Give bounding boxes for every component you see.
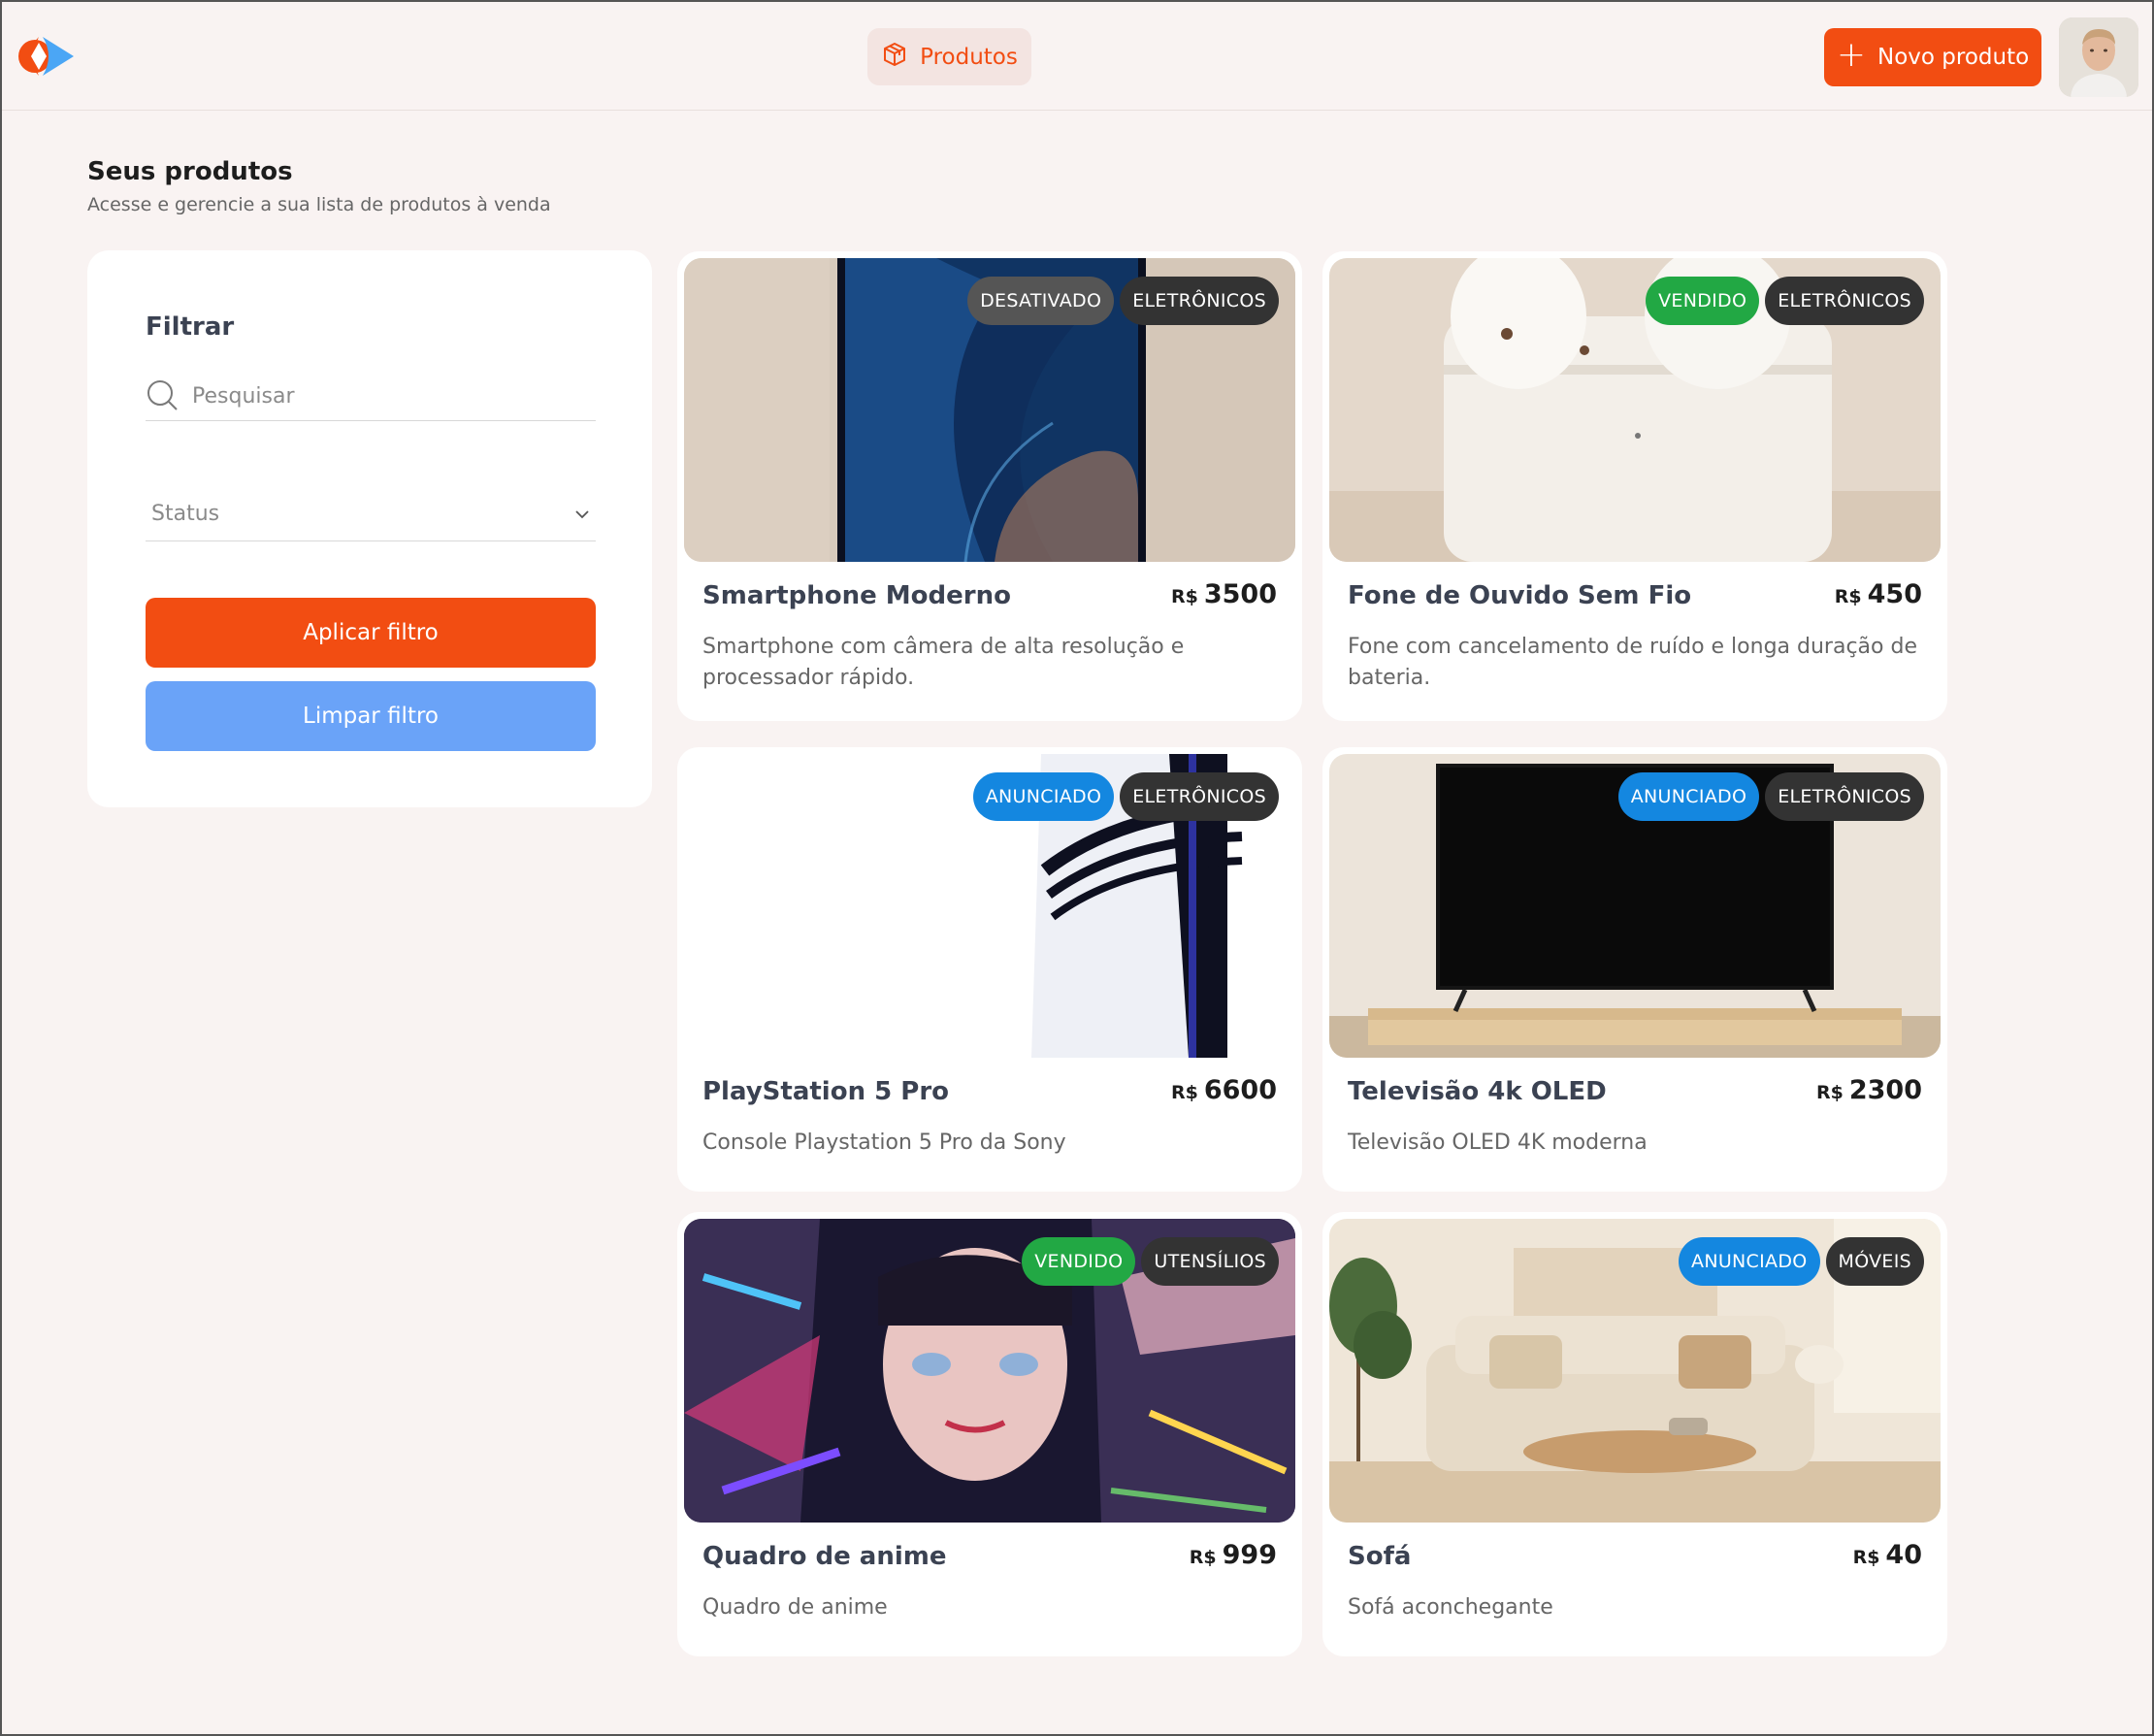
avatar[interactable] <box>2059 17 2138 97</box>
product-name: Fone de Ouvido Sem Fio <box>1348 581 1692 610</box>
page-subtitle: Acesse e gerencie a sua lista de produto… <box>87 194 551 215</box>
product-name: Televisão 4k OLED <box>1348 1077 1607 1106</box>
price-currency: R$ <box>1852 1547 1880 1568</box>
status-badge: ANUNCIADO <box>1617 772 1760 821</box>
product-card[interactable]: VENDIDO ELETRÔNICOS Fone de Ouvido Sem F… <box>1322 251 1947 721</box>
plus-icon: + <box>1836 35 1866 75</box>
product-card[interactable]: ANUNCIADO MÓVEIS Sofá R$ 40 Sofá aconche… <box>1322 1212 1947 1656</box>
price-currency: R$ <box>1170 1082 1198 1103</box>
product-price: R$ 40 <box>1853 1540 1922 1570</box>
search-icon <box>146 378 179 415</box>
product-description: Sofá aconchegante <box>1348 1595 1553 1620</box>
package-icon <box>881 41 908 74</box>
product-name: Sofá <box>1348 1542 1412 1571</box>
price-currency: R$ <box>1170 586 1198 607</box>
product-price: R$ 999 <box>1190 1540 1277 1570</box>
product-description: Televisão OLED 4K moderna <box>1348 1130 1648 1155</box>
product-name: PlayStation 5 Pro <box>702 1077 950 1106</box>
category-badge: UTENSÍLIOS <box>1141 1237 1279 1286</box>
price-value: 3500 <box>1203 579 1277 609</box>
app-logo-icon[interactable] <box>17 35 76 78</box>
product-card[interactable]: ANUNCIADO ELETRÔNICOS PlayStation 5 Pro … <box>677 747 1302 1192</box>
filter-title: Filtrar <box>146 312 235 342</box>
status-badge: DESATIVADO <box>967 277 1115 325</box>
price-value: 6600 <box>1203 1075 1277 1105</box>
product-description: Fone com cancelamento de ruído e longa d… <box>1348 635 1917 690</box>
category-badge: ELETRÔNICOS <box>1120 772 1279 821</box>
product-description: Smartphone com câmera de alta resolução … <box>702 635 1185 690</box>
tab-produtos-label: Produtos <box>920 44 1018 70</box>
status-badge: VENDIDO <box>1022 1237 1136 1286</box>
category-badge: MÓVEIS <box>1825 1237 1924 1286</box>
price-value: 40 <box>1885 1540 1922 1570</box>
status-select[interactable]: Status <box>146 487 596 541</box>
status-select-label: Status <box>151 502 220 526</box>
category-badge: ELETRÔNICOS <box>1120 277 1279 325</box>
search-field[interactable] <box>146 373 596 421</box>
product-description: Quadro de anime <box>702 1595 888 1620</box>
product-card[interactable]: ANUNCIADO ELETRÔNICOS Televisão 4k OLED … <box>1322 747 1947 1192</box>
category-badge: ELETRÔNICOS <box>1765 772 1924 821</box>
chevron-down-icon <box>575 509 589 518</box>
new-product-button[interactable]: + Novo produto <box>1824 28 2041 86</box>
search-input[interactable] <box>192 384 580 409</box>
product-card[interactable]: VENDIDO UTENSÍLIOS Quadro de anime R$ 99… <box>677 1212 1302 1656</box>
price-currency: R$ <box>1815 1082 1844 1103</box>
filter-panel: Filtrar Status Aplicar filtro Limpar fil… <box>87 250 652 807</box>
price-currency: R$ <box>1189 1547 1217 1568</box>
category-badge: ELETRÔNICOS <box>1765 277 1924 325</box>
product-name: Smartphone Moderno <box>702 581 1011 610</box>
product-description: Console Playstation 5 Pro da Sony <box>702 1130 1066 1155</box>
price-value: 450 <box>1867 579 1922 609</box>
price-value: 999 <box>1222 1540 1277 1570</box>
product-price: R$ 450 <box>1835 579 1922 609</box>
top-bar: Produtos + Novo produto <box>2 2 2152 111</box>
tab-produtos[interactable]: Produtos <box>867 28 1031 85</box>
product-price: R$ 6600 <box>1171 1075 1277 1105</box>
price-value: 2300 <box>1848 1075 1922 1105</box>
clear-filter-button[interactable]: Limpar filtro <box>146 681 596 751</box>
status-badge: ANUNCIADO <box>972 772 1115 821</box>
product-card[interactable]: DESATIVADO ELETRÔNICOS Smartphone Modern… <box>677 251 1302 721</box>
new-product-label: Novo produto <box>1877 45 2030 70</box>
product-price: R$ 3500 <box>1171 579 1277 609</box>
product-price: R$ 2300 <box>1816 1075 1922 1105</box>
status-badge: VENDIDO <box>1646 277 1760 325</box>
price-currency: R$ <box>1834 586 1862 607</box>
page-title: Seus produtos <box>87 157 293 186</box>
status-badge: ANUNCIADO <box>1679 1237 1820 1286</box>
apply-filter-button[interactable]: Aplicar filtro <box>146 598 596 668</box>
product-name: Quadro de anime <box>702 1542 947 1571</box>
